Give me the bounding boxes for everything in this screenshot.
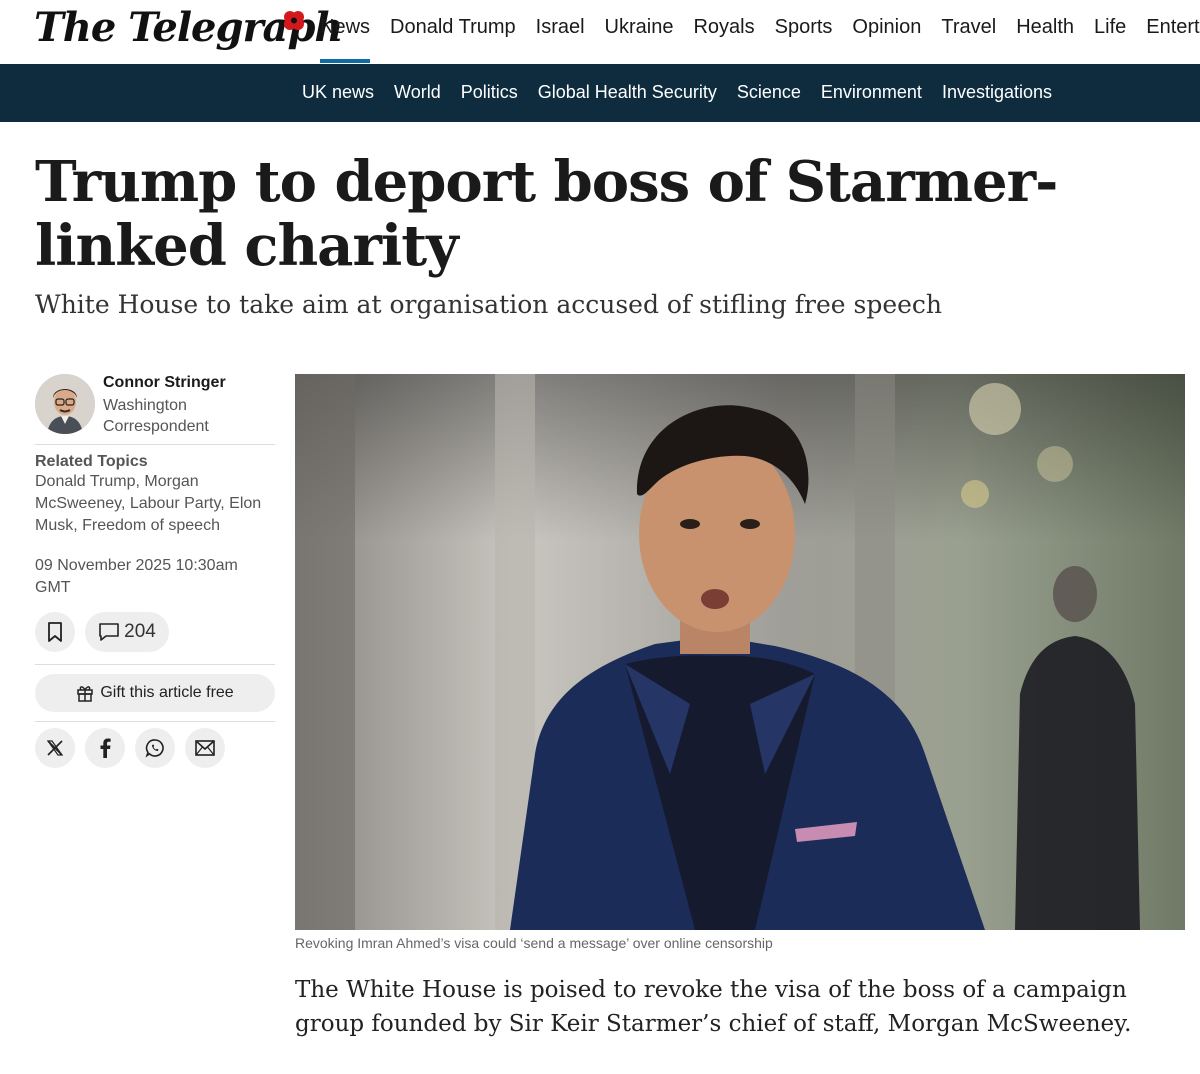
gift-icon xyxy=(77,686,94,702)
nav-health[interactable]: Health xyxy=(1016,16,1074,39)
share-buttons xyxy=(35,728,275,768)
author-role: Washington Correspondent xyxy=(103,397,209,435)
article-standfirst: White House to take aim at organisation … xyxy=(35,290,943,319)
subnav-uk-news[interactable]: UK news xyxy=(302,82,374,103)
gift-article-button[interactable]: Gift this article free xyxy=(35,674,275,712)
email-icon xyxy=(195,740,215,756)
sub-navigation: UK news World Politics Global Health Sec… xyxy=(0,64,1200,122)
publish-date: 09 November 2025 10:30am GMT xyxy=(35,557,238,596)
nav-news[interactable]: News xyxy=(320,16,371,63)
top-navigation: The Telegraph News Donald Trump Israel U… xyxy=(0,0,1200,64)
nav-life[interactable]: Life xyxy=(1094,16,1126,39)
nav-entertainment[interactable]: Entertainment xyxy=(1146,16,1200,39)
comment-count: 204 xyxy=(124,621,156,642)
subnav-world[interactable]: World xyxy=(394,82,441,103)
comment-icon xyxy=(99,623,119,641)
related-topics: Related Topics Donald Trump, Morgan McSw… xyxy=(35,453,275,537)
gift-label: Gift this article free xyxy=(100,684,234,701)
facebook-icon xyxy=(100,738,111,758)
subnav-environment[interactable]: Environment xyxy=(821,82,922,103)
nav-ukraine[interactable]: Ukraine xyxy=(605,16,674,39)
poppy-icon xyxy=(284,11,304,30)
subnav-global-health-security[interactable]: Global Health Security xyxy=(538,82,717,103)
divider xyxy=(35,721,275,722)
whatsapp-icon xyxy=(145,739,164,758)
related-topics-list[interactable]: Donald Trump, Morgan McSweeney, Labour P… xyxy=(35,471,275,537)
subnav-politics[interactable]: Politics xyxy=(461,82,518,103)
share-email-button[interactable] xyxy=(185,728,225,768)
avatar[interactable] xyxy=(35,374,95,434)
author-name[interactable]: Connor Stringer xyxy=(103,374,226,392)
share-facebook-button[interactable] xyxy=(85,728,125,768)
nav-travel[interactable]: Travel xyxy=(941,16,996,39)
article-first-paragraph: The White House is poised to revoke the … xyxy=(295,977,1132,1037)
nav-israel[interactable]: Israel xyxy=(536,16,585,39)
x-icon xyxy=(46,740,64,756)
bookmark-icon xyxy=(48,622,62,642)
photo-caption: Revoking Imran Ahmed’s visa could ‘send … xyxy=(295,935,773,951)
article-headline: Trump to deport boss of Starmer-linked c… xyxy=(35,149,1058,279)
share-x-button[interactable] xyxy=(35,728,75,768)
nav-royals[interactable]: Royals xyxy=(693,16,754,39)
article-actions: 204 xyxy=(35,612,275,665)
bookmark-button[interactable] xyxy=(35,612,75,652)
nav-opinion[interactable]: Opinion xyxy=(852,16,921,39)
author-block[interactable]: Connor Stringer Washington Correspondent xyxy=(35,374,275,445)
nav-sports[interactable]: Sports xyxy=(775,16,833,39)
section-nav: News Donald Trump Israel Ukraine Royals … xyxy=(320,16,1200,63)
article-photo[interactable] xyxy=(295,374,1185,930)
subnav-investigations[interactable]: Investigations xyxy=(942,82,1052,103)
nav-donald-trump[interactable]: Donald Trump xyxy=(390,16,516,39)
related-topics-label: Related Topics xyxy=(35,453,148,470)
subnav-science[interactable]: Science xyxy=(737,82,801,103)
comments-button[interactable]: 204 xyxy=(85,612,169,652)
share-whatsapp-button[interactable] xyxy=(135,728,175,768)
